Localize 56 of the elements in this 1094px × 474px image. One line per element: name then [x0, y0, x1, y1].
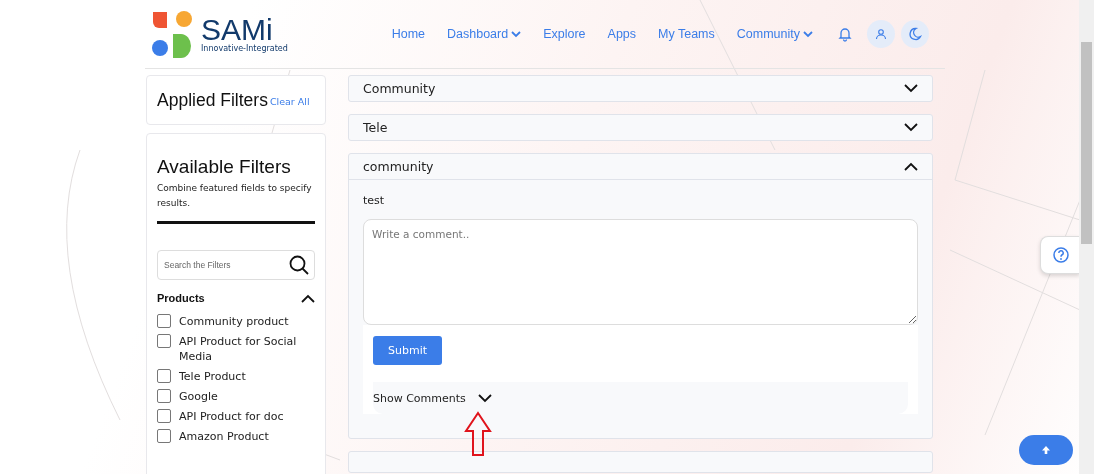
checkbox[interactable] — [157, 314, 171, 328]
checkbox[interactable] — [157, 369, 171, 383]
checkbox[interactable] — [157, 409, 171, 423]
scrollbar[interactable] — [1079, 0, 1094, 474]
search-icon — [289, 255, 309, 275]
theme-toggle-button[interactable] — [901, 20, 929, 48]
accordion-header[interactable]: community — [349, 154, 932, 180]
nav-link[interactable]: Explore — [543, 27, 586, 41]
checkbox[interactable] — [157, 389, 171, 403]
filter-option-label: API Product for doc — [179, 409, 284, 424]
show-comments-label[interactable]: Show Comments — [373, 391, 466, 405]
filter-group-title: Products — [157, 292, 205, 304]
nav-link[interactable]: My Teams — [658, 27, 715, 41]
filter-option-label: Community product — [179, 314, 289, 329]
moon-icon — [908, 27, 922, 41]
filter-search-field[interactable]: Search the Filters — [157, 250, 315, 280]
logo-tagline: Innovative-Integrated — [201, 43, 288, 53]
accordion-title: Tele — [363, 120, 388, 135]
bell-icon[interactable] — [837, 26, 853, 42]
back-to-top-button[interactable] — [1019, 435, 1073, 465]
filter-option-label: API Product for Social Media — [179, 334, 298, 364]
caret-icon — [511, 30, 522, 38]
nav-link[interactable]: Apps — [607, 27, 637, 41]
user-icon — [875, 28, 887, 40]
nav-link[interactable]: Dashboard — [447, 27, 522, 41]
applied-filters-title: Applied Filters — [157, 89, 268, 111]
comment-field[interactable]: Write a comment.. — [363, 219, 918, 325]
filters-description: Combine featured fields to specify results. — [157, 182, 313, 210]
help-icon — [1052, 247, 1069, 263]
help-button[interactable] — [1040, 236, 1080, 274]
accordion-title: Community — [363, 81, 436, 96]
logo-text: SAMi — [201, 15, 273, 44]
filter-option-label: Google — [179, 389, 218, 404]
available-filters-title: Available Filters — [157, 156, 292, 178]
accordion-header[interactable]: Tele — [349, 115, 932, 140]
chevron-down-icon[interactable] — [477, 393, 492, 403]
post-text: test — [363, 194, 386, 207]
filter-option-label: Tele Product — [179, 369, 246, 384]
chevron-down-icon — [904, 123, 918, 132]
up-arrow-icon — [464, 411, 492, 457]
nav-link[interactable]: Community — [736, 27, 813, 41]
chevron-up-icon[interactable] — [301, 293, 315, 303]
nav-link[interactable]: Home — [391, 27, 425, 41]
profile-button[interactable] — [867, 20, 895, 48]
accordion-header[interactable]: Community — [349, 76, 932, 101]
submit-button[interactable]: Submit — [373, 336, 443, 365]
checkbox[interactable] — [157, 429, 171, 443]
filter-option-label: Amazon Product — [179, 429, 269, 444]
chevron-down-icon — [904, 84, 918, 93]
caret-icon — [803, 30, 813, 38]
accordion-title: community — [363, 159, 434, 174]
checkbox[interactable] — [157, 334, 171, 348]
clear-all-link[interactable]: Clear All — [269, 95, 310, 107]
logo-icon — [151, 10, 195, 58]
arrow-up-icon — [1041, 445, 1051, 455]
chevron-up-icon — [904, 162, 918, 171]
